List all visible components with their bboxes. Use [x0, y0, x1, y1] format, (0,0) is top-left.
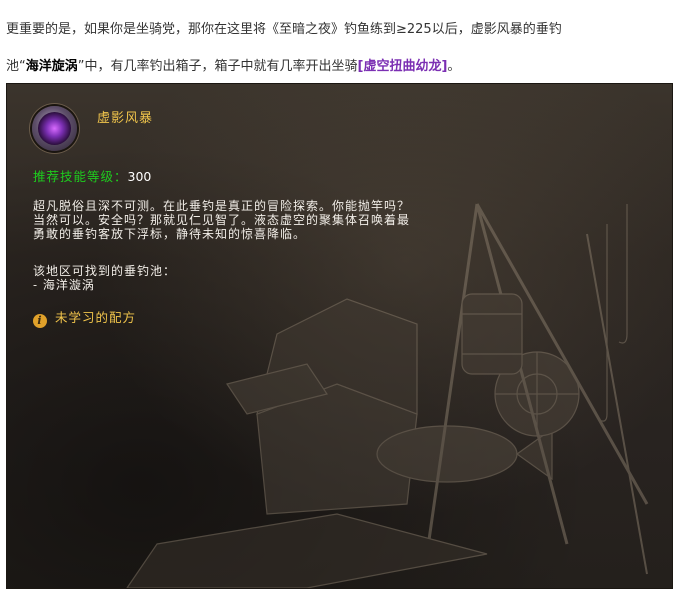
recommended-skill-value: 300 — [127, 169, 152, 184]
mount-name-link[interactable]: [虚空扭曲幼龙] — [358, 59, 448, 74]
description-line: 勇敢的垂钓客放下浮标，静待未知的惊喜降临。 — [33, 227, 307, 241]
zone-description: 超凡脱俗且深不可测。在此垂钓是真正的冒险探索。你能抛竿吗？ 当然可以。安全吗？那… — [33, 199, 573, 241]
recommended-skill-label: 推荐技能等级： — [33, 169, 128, 184]
game-tooltip-panel: 虚影风暴 推荐技能等级：300 超凡脱俗且深不可测。在此垂钓是真正的冒险探索。你… — [6, 83, 673, 589]
void-orb-icon — [32, 106, 77, 151]
article-line2-suffix: 。 — [447, 59, 461, 74]
fishing-scene-background — [126, 203, 649, 588]
pool-name-highlight: 海洋旋涡 — [25, 59, 78, 74]
unlearned-recipe-link[interactable]: i 未学习的配方 — [33, 307, 136, 328]
article-paragraph-line-2: 池“海洋旋涡”中，有几率钓出箱子，箱子中就有几率开出坐骑[虚空扭曲幼龙]。 — [6, 56, 460, 77]
description-line: 当然可以。安全吗？那就见仁见智了。液态虚空的聚集体召唤着最 — [33, 213, 411, 227]
unlearned-recipe-label: 未学习的配方 — [55, 310, 137, 325]
fishing-pools-label: 该地区可找到的垂钓池： — [33, 264, 177, 278]
void-orb-icon-inner — [38, 112, 71, 145]
info-icon: i — [33, 314, 47, 328]
article-line2-prefix: 池“ — [6, 59, 26, 74]
article-text: 更重要的是，如果你是坐骑党，那你在这里将《至暗之夜》钓鱼练到≥225以后，虚影风… — [0, 0, 673, 78]
zone-title: 虚影风暴 — [97, 111, 154, 126]
fishing-pool-item: - 海洋漩涡 — [33, 278, 95, 292]
recommended-skill: 推荐技能等级：300 — [33, 166, 151, 185]
description-line: 超凡脱俗且深不可测。在此垂钓是真正的冒险探索。你能抛竿吗？ — [33, 199, 411, 213]
article-paragraph-line-1: 更重要的是，如果你是坐骑党，那你在这里将《至暗之夜》钓鱼练到≥225以后，虚影风… — [6, 22, 562, 37]
article-line2-middle: ”中，有几率钓出箱子，箱子中就有几率开出坐骑 — [77, 59, 358, 74]
